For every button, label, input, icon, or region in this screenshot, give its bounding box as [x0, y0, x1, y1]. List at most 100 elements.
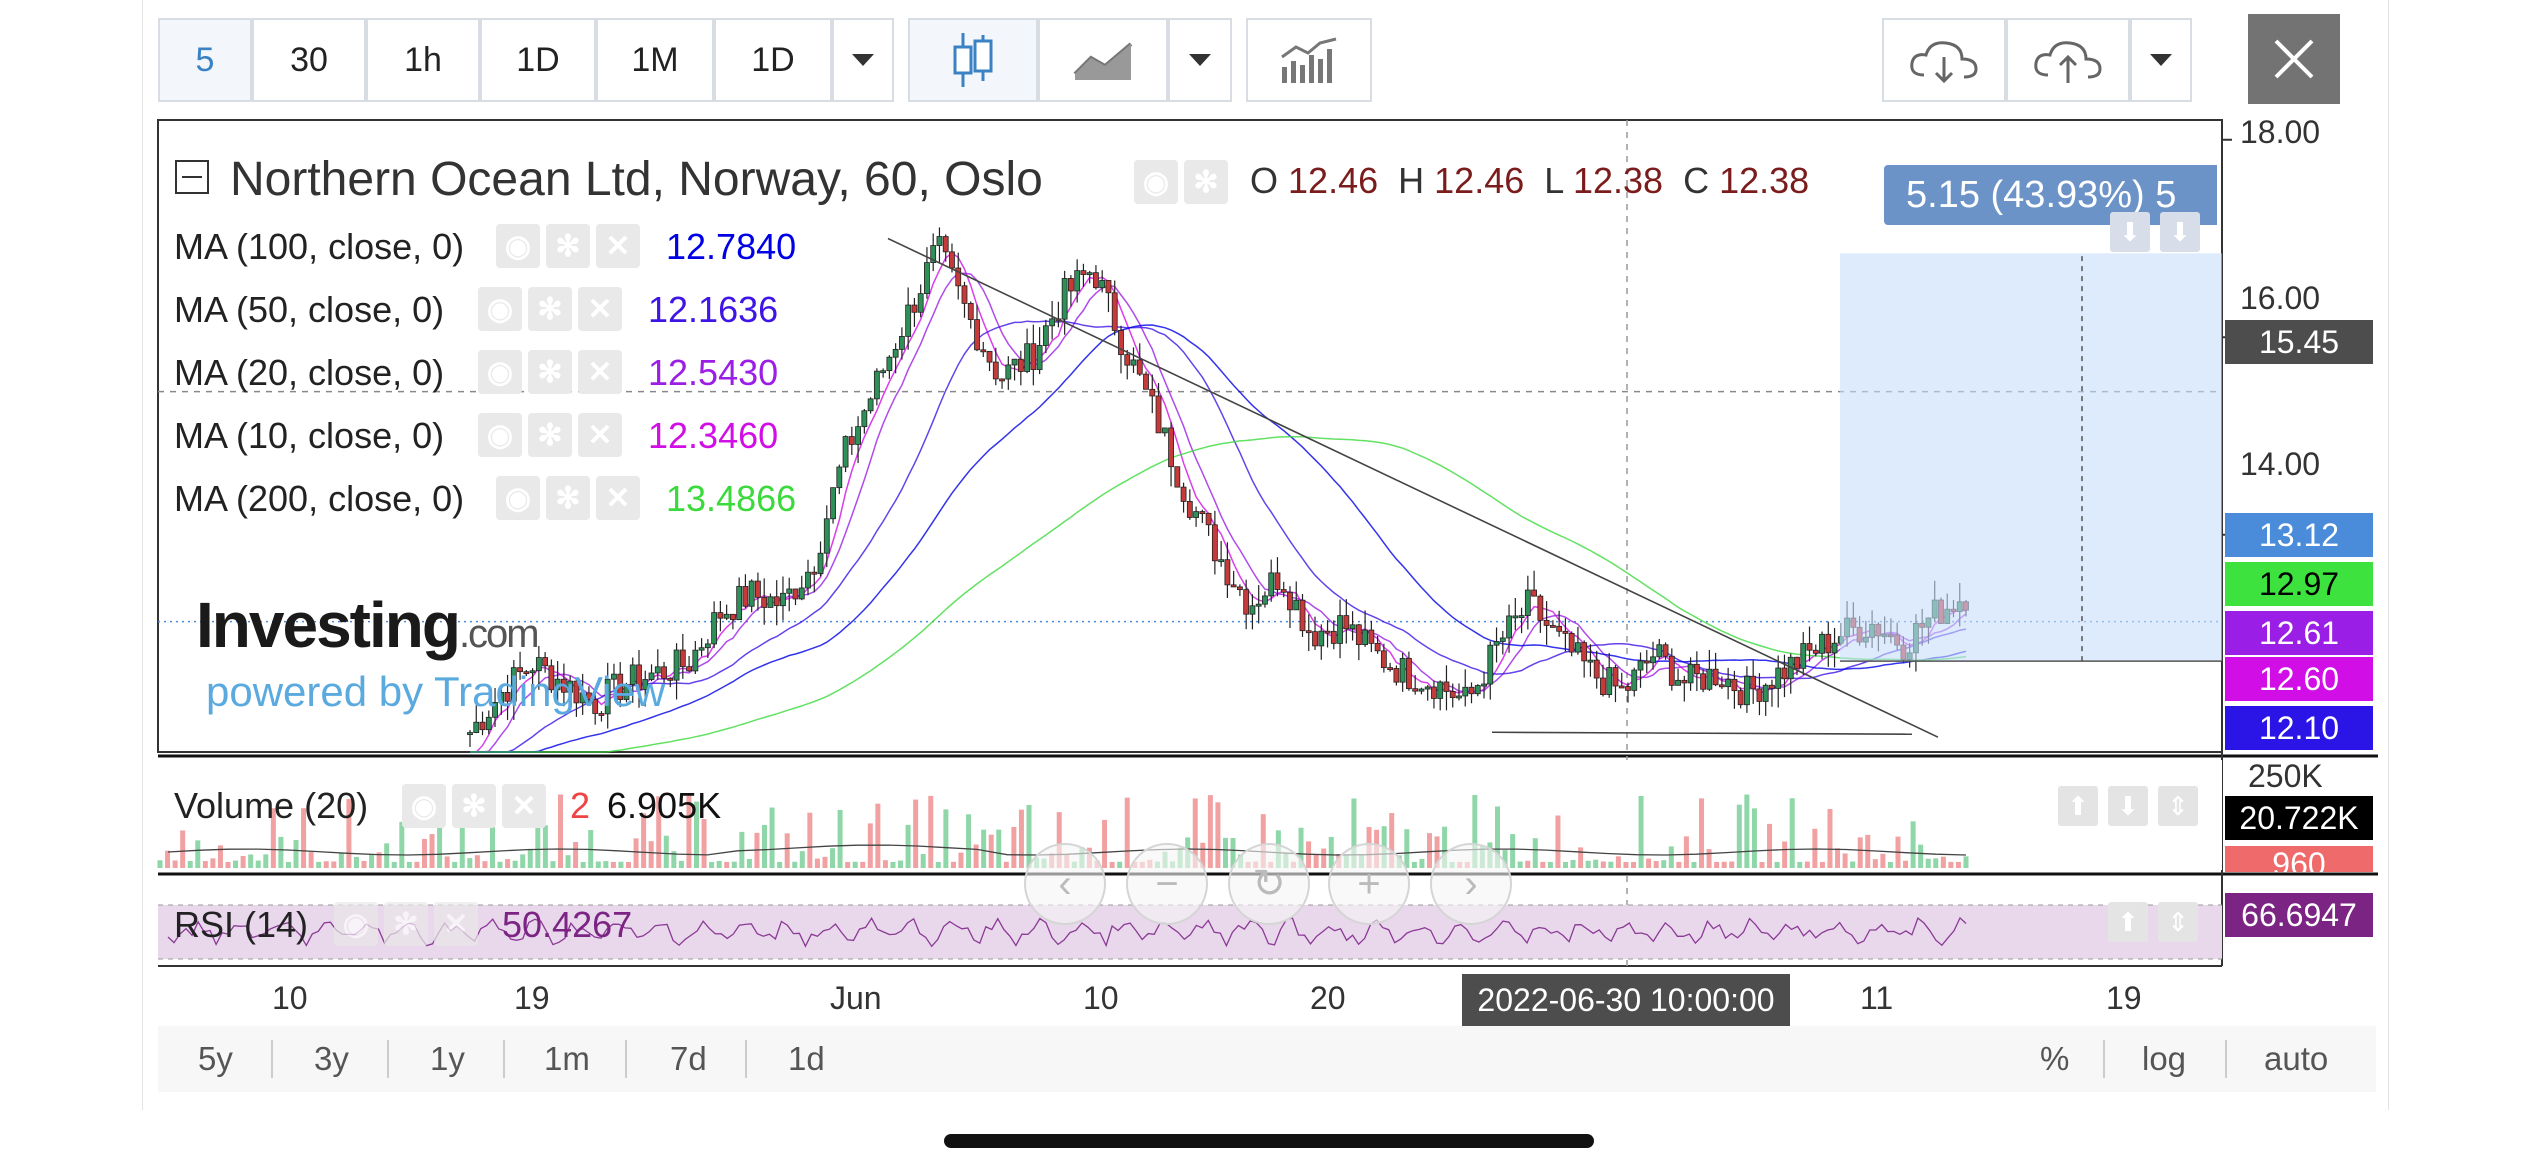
candle-body — [848, 436, 855, 445]
candle-body — [1687, 663, 1694, 684]
volume-bar — [1676, 861, 1682, 868]
volume-bar — [1585, 860, 1591, 868]
volume-bar — [1782, 841, 1788, 868]
volume-bar — [958, 852, 964, 868]
scroll-right-button[interactable]: › — [1430, 843, 1512, 925]
volume-bar — [1555, 815, 1561, 868]
gear-icon: ✻ — [1184, 160, 1228, 204]
volume-bar — [1872, 859, 1878, 868]
scale-auto[interactable]: auto — [2264, 1040, 2328, 1078]
range-1y[interactable]: 1y — [430, 1040, 465, 1078]
candle-body — [1199, 511, 1206, 514]
rsi-resize-icon[interactable]: ⇕ — [2158, 902, 2198, 942]
zoom-out-button[interactable]: − — [1126, 843, 1208, 925]
volume-bar — [225, 861, 231, 868]
scale-log[interactable]: log — [2142, 1040, 2186, 1078]
range-7d[interactable]: 7d — [670, 1040, 707, 1078]
arrow-down-icon[interactable]: ⬇ — [2110, 212, 2150, 252]
volume-bar — [1835, 848, 1841, 868]
volume-bar — [678, 860, 684, 868]
candle-body — [892, 348, 899, 358]
candle-body — [1825, 633, 1832, 654]
rsi-tag: 66.6947 — [2225, 893, 2373, 937]
arrow-down-icon-2[interactable]: ⬇ — [2160, 212, 2200, 252]
volume-bar — [1578, 847, 1584, 868]
candle-body — [1675, 679, 1681, 686]
candle-body — [1224, 559, 1231, 586]
candle-body — [924, 262, 930, 295]
candle-body — [1186, 501, 1193, 518]
scale-percent[interactable]: % — [2040, 1040, 2069, 1078]
volume-bar — [1948, 861, 1954, 868]
ma200-controls[interactable]: ◉ ✻ ✕ — [496, 476, 640, 520]
volume-bar — [263, 854, 269, 868]
range-1m[interactable]: 1m — [544, 1040, 590, 1078]
volume-bar — [1759, 861, 1765, 868]
x-tick-11: 11 — [1860, 980, 1894, 1016]
candle-body — [1700, 673, 1707, 690]
volume-bar — [973, 844, 979, 868]
volume-bar — [935, 861, 941, 868]
volume-bar — [406, 861, 412, 868]
volume-bar — [248, 854, 254, 868]
rsi-up-icon[interactable]: ⬆ — [2108, 902, 2148, 942]
range-1d[interactable]: 1d — [788, 1040, 825, 1078]
volume-bar — [1804, 861, 1810, 868]
volume-bar — [1003, 861, 1009, 868]
volume-bar — [505, 859, 511, 868]
candle-body — [1506, 615, 1512, 639]
volume-bar — [1880, 853, 1886, 868]
volume-bar — [384, 843, 390, 868]
home-indicator — [944, 1134, 1594, 1148]
candle-body — [1756, 688, 1763, 702]
ma10-controls[interactable]: ◉ ✻ ✕ — [478, 413, 622, 457]
collapse-legend-icon[interactable] — [175, 160, 209, 194]
candle-body — [936, 236, 943, 246]
ma100-controls[interactable]: ◉ ✻ ✕ — [496, 224, 640, 268]
volume-bar — [369, 854, 375, 868]
volume-bar — [1570, 859, 1576, 868]
candle-body — [986, 350, 993, 363]
ma50-controls[interactable]: ◉ ✻ ✕ — [478, 287, 622, 331]
candle-body — [1049, 318, 1056, 327]
range-3y[interactable]: 3y — [314, 1040, 349, 1078]
chart-title: Northern Ocean Ltd, Norway, 60, Oslo — [230, 153, 1043, 206]
volume-bar — [648, 841, 654, 868]
candle-body — [1418, 688, 1425, 692]
x-tick-10a: 10 — [272, 980, 308, 1016]
scroll-left-button[interactable]: ‹ — [1024, 843, 1106, 925]
volume-bar — [950, 861, 956, 868]
volume-bar — [875, 803, 881, 868]
ma100-value: 12.7840 — [666, 226, 797, 267]
volume-bar — [1887, 861, 1893, 868]
zoom-in-button[interactable]: + — [1328, 843, 1410, 925]
volume-controls[interactable]: ◉ ✻ ✕ — [402, 784, 546, 828]
volume-bar — [195, 840, 201, 868]
candle-body — [786, 588, 793, 594]
candle-body — [1487, 644, 1494, 685]
candle-body — [1668, 655, 1675, 686]
pane-up-icon[interactable]: ⬆ — [2058, 786, 2098, 826]
pane-down-icon[interactable]: ⬇ — [2108, 786, 2148, 826]
candle-body — [1249, 605, 1256, 615]
ma100-label: MA (100, close, 0) — [174, 226, 465, 267]
pane-resize-icon[interactable]: ⇕ — [2158, 786, 2198, 826]
volume-bar — [1918, 844, 1924, 868]
candle-body — [880, 370, 887, 374]
candle-body — [1268, 572, 1275, 597]
range-5y[interactable]: 5y — [198, 1040, 233, 1078]
candle-body — [1011, 358, 1018, 366]
candle-body — [823, 518, 830, 554]
volume-bar — [943, 809, 949, 868]
volume-bar — [1729, 861, 1735, 868]
volume-bar — [278, 836, 284, 868]
candle-body — [1643, 660, 1650, 664]
candle-body — [1600, 677, 1606, 696]
candle-body — [761, 596, 768, 608]
candle-body — [1143, 373, 1149, 390]
title-controls[interactable]: ◉ ✻ — [1134, 160, 1228, 204]
reset-button[interactable]: ↻ — [1228, 843, 1310, 925]
rsi-controls[interactable]: ◉ ✻ ✕ — [334, 902, 478, 946]
ma20-controls[interactable]: ◉ ✻ ✕ — [478, 350, 622, 394]
candle-body — [817, 552, 824, 574]
